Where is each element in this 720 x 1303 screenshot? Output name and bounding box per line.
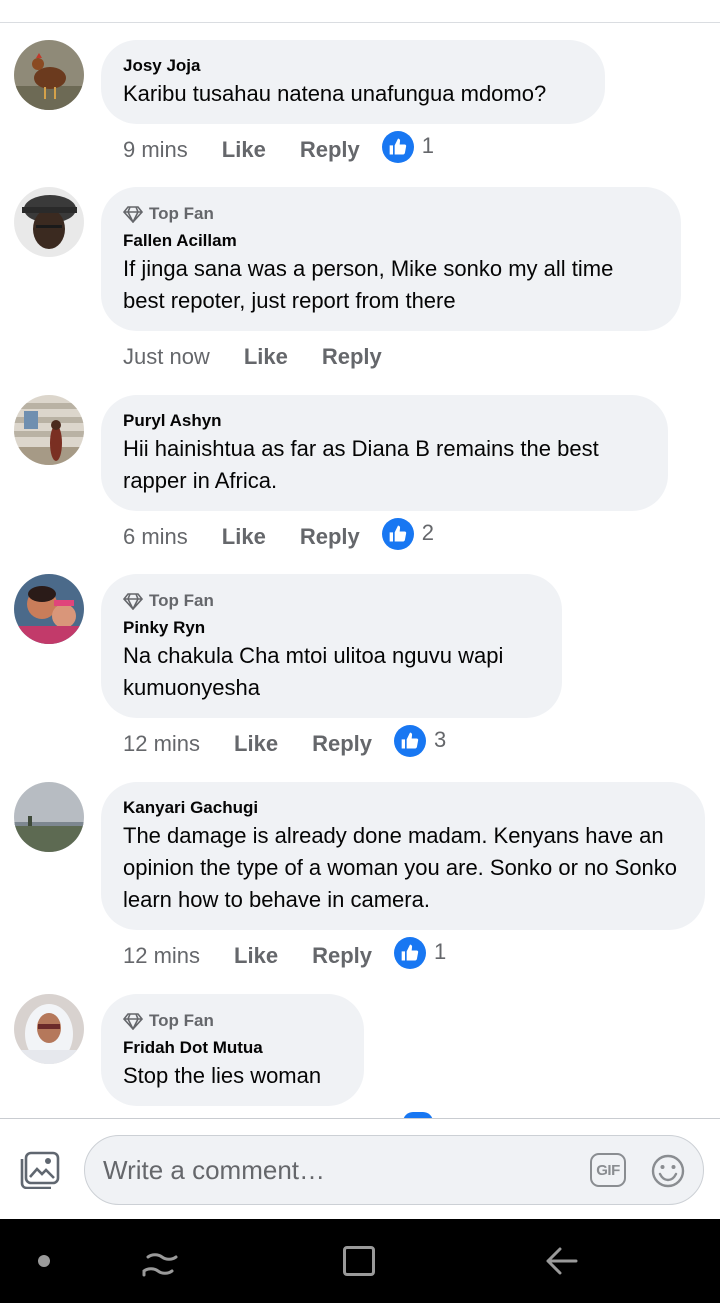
like-button[interactable]: Like <box>222 137 266 163</box>
like-button[interactable]: Like <box>234 731 278 757</box>
comment-text: The damage is already done madam. Kenyan… <box>123 823 678 912</box>
comment-author[interactable]: Puryl Ashyn <box>123 409 646 433</box>
diamond-icon <box>123 206 143 223</box>
gif-icon[interactable]: GIF <box>590 1153 626 1187</box>
comment-text: Stop the lies woman <box>123 1063 322 1088</box>
top-fan-badge: Top Fan <box>123 1008 342 1034</box>
system-nav-bar <box>0 1219 720 1303</box>
top-fan-badge: Top Fan <box>123 588 540 614</box>
comment-time[interactable]: 6 mins <box>123 524 188 550</box>
comment-author[interactable]: Josy Joja <box>123 54 583 78</box>
reaction-summary[interactable]: 1 <box>394 937 447 972</box>
reaction-summary[interactable]: 1 <box>381 131 434 166</box>
like-icon <box>394 937 426 969</box>
reply-button[interactable]: Reply <box>312 731 372 757</box>
avatar[interactable] <box>14 994 84 1064</box>
top-fan-label: Top Fan <box>149 591 214 610</box>
avatar[interactable] <box>14 187 84 257</box>
avatar[interactable] <box>14 574 84 644</box>
reply-button[interactable]: Reply <box>322 344 382 370</box>
reaction-count: 1 <box>434 939 447 964</box>
comment-time[interactable]: 12 mins <box>123 731 200 757</box>
comment-actions: 6 mins Like Reply 2 <box>123 518 434 553</box>
reaction-count: 2 <box>421 520 434 545</box>
avatar[interactable] <box>14 782 84 852</box>
comment-bubble[interactable]: Top Fan Pinky Ryn Na chakula Cha mtoi ul… <box>101 574 562 718</box>
comment-actions: Just now Like Reply <box>123 342 382 372</box>
reply-button[interactable]: Reply <box>300 524 360 550</box>
emoji-icon[interactable] <box>650 1153 686 1189</box>
reaction-summary[interactable]: 3 <box>394 725 447 760</box>
comment-text: Hii hainishtua as far as Diana B remains… <box>123 436 599 493</box>
comment-author[interactable]: Pinky Ryn <box>123 616 540 640</box>
reply-button[interactable]: Reply <box>300 137 360 163</box>
like-icon <box>394 725 426 757</box>
avatar[interactable] <box>14 40 84 110</box>
reaction-summary[interactable]: 2 <box>381 518 434 553</box>
like-icon <box>381 518 414 550</box>
nav-recents-icon[interactable] <box>140 1245 178 1279</box>
top-fan-label: Top Fan <box>149 204 214 223</box>
comment-actions: 9 mins Like Reply 1 <box>123 131 434 166</box>
top-fan-badge: Top Fan <box>123 201 659 227</box>
avatar[interactable] <box>14 395 84 465</box>
top-divider <box>0 22 720 23</box>
nav-dot-icon[interactable] <box>38 1255 50 1267</box>
comment-author[interactable]: Fallen Acillam <box>123 229 659 253</box>
comment-input-placeholder[interactable]: Write a comment… <box>103 1155 325 1186</box>
like-button[interactable]: Like <box>234 943 278 969</box>
comment-input[interactable]: Write a comment… GIF <box>84 1135 704 1205</box>
reaction-count: 3 <box>434 727 447 752</box>
comment-bubble[interactable]: Puryl Ashyn Hii hainishtua as far as Dia… <box>101 395 668 511</box>
comment-author[interactable]: Fridah Dot Mutua <box>123 1036 342 1060</box>
reply-button[interactable]: Reply <box>312 943 372 969</box>
comment-text: If jinga sana was a person, Mike sonko m… <box>123 256 614 313</box>
comment-time[interactable]: 12 mins <box>123 943 200 969</box>
comment-text: Na chakula Cha mtoi ulitoa nguvu wapi ku… <box>123 643 504 700</box>
like-button[interactable]: Like <box>222 524 266 550</box>
comment-bubble[interactable]: Josy Joja Karibu tusahau natena unafungu… <box>101 40 605 124</box>
diamond-icon <box>123 1013 143 1030</box>
comment-author[interactable]: Kanyari Gachugi <box>123 796 683 820</box>
comment-actions: 12 mins Like Reply 3 <box>123 725 447 760</box>
like-button[interactable]: Like <box>244 344 288 370</box>
diamond-icon <box>123 593 143 610</box>
reaction-count: 1 <box>421 133 434 158</box>
comment-bubble[interactable]: Kanyari Gachugi The damage is already do… <box>101 782 705 930</box>
comment-time[interactable]: Just now <box>123 344 210 370</box>
nav-back-icon[interactable] <box>544 1245 578 1277</box>
like-icon <box>381 131 414 163</box>
comment-bubble[interactable]: Top Fan Fallen Acillam If jinga sana was… <box>101 187 681 331</box>
comment-actions: 12 mins Like Reply 1 <box>123 937 447 972</box>
photo-icon[interactable] <box>20 1151 60 1190</box>
top-fan-label: Top Fan <box>149 1011 214 1030</box>
comment-bubble[interactable]: Top Fan Fridah Dot Mutua Stop the lies w… <box>101 994 364 1106</box>
comment-text: Karibu tusahau natena unafungua mdomo? <box>123 81 547 106</box>
nav-home-icon[interactable] <box>343 1246 375 1276</box>
comment-time[interactable]: 9 mins <box>123 137 188 163</box>
comment-composer: Write a comment… GIF <box>0 1118 720 1219</box>
